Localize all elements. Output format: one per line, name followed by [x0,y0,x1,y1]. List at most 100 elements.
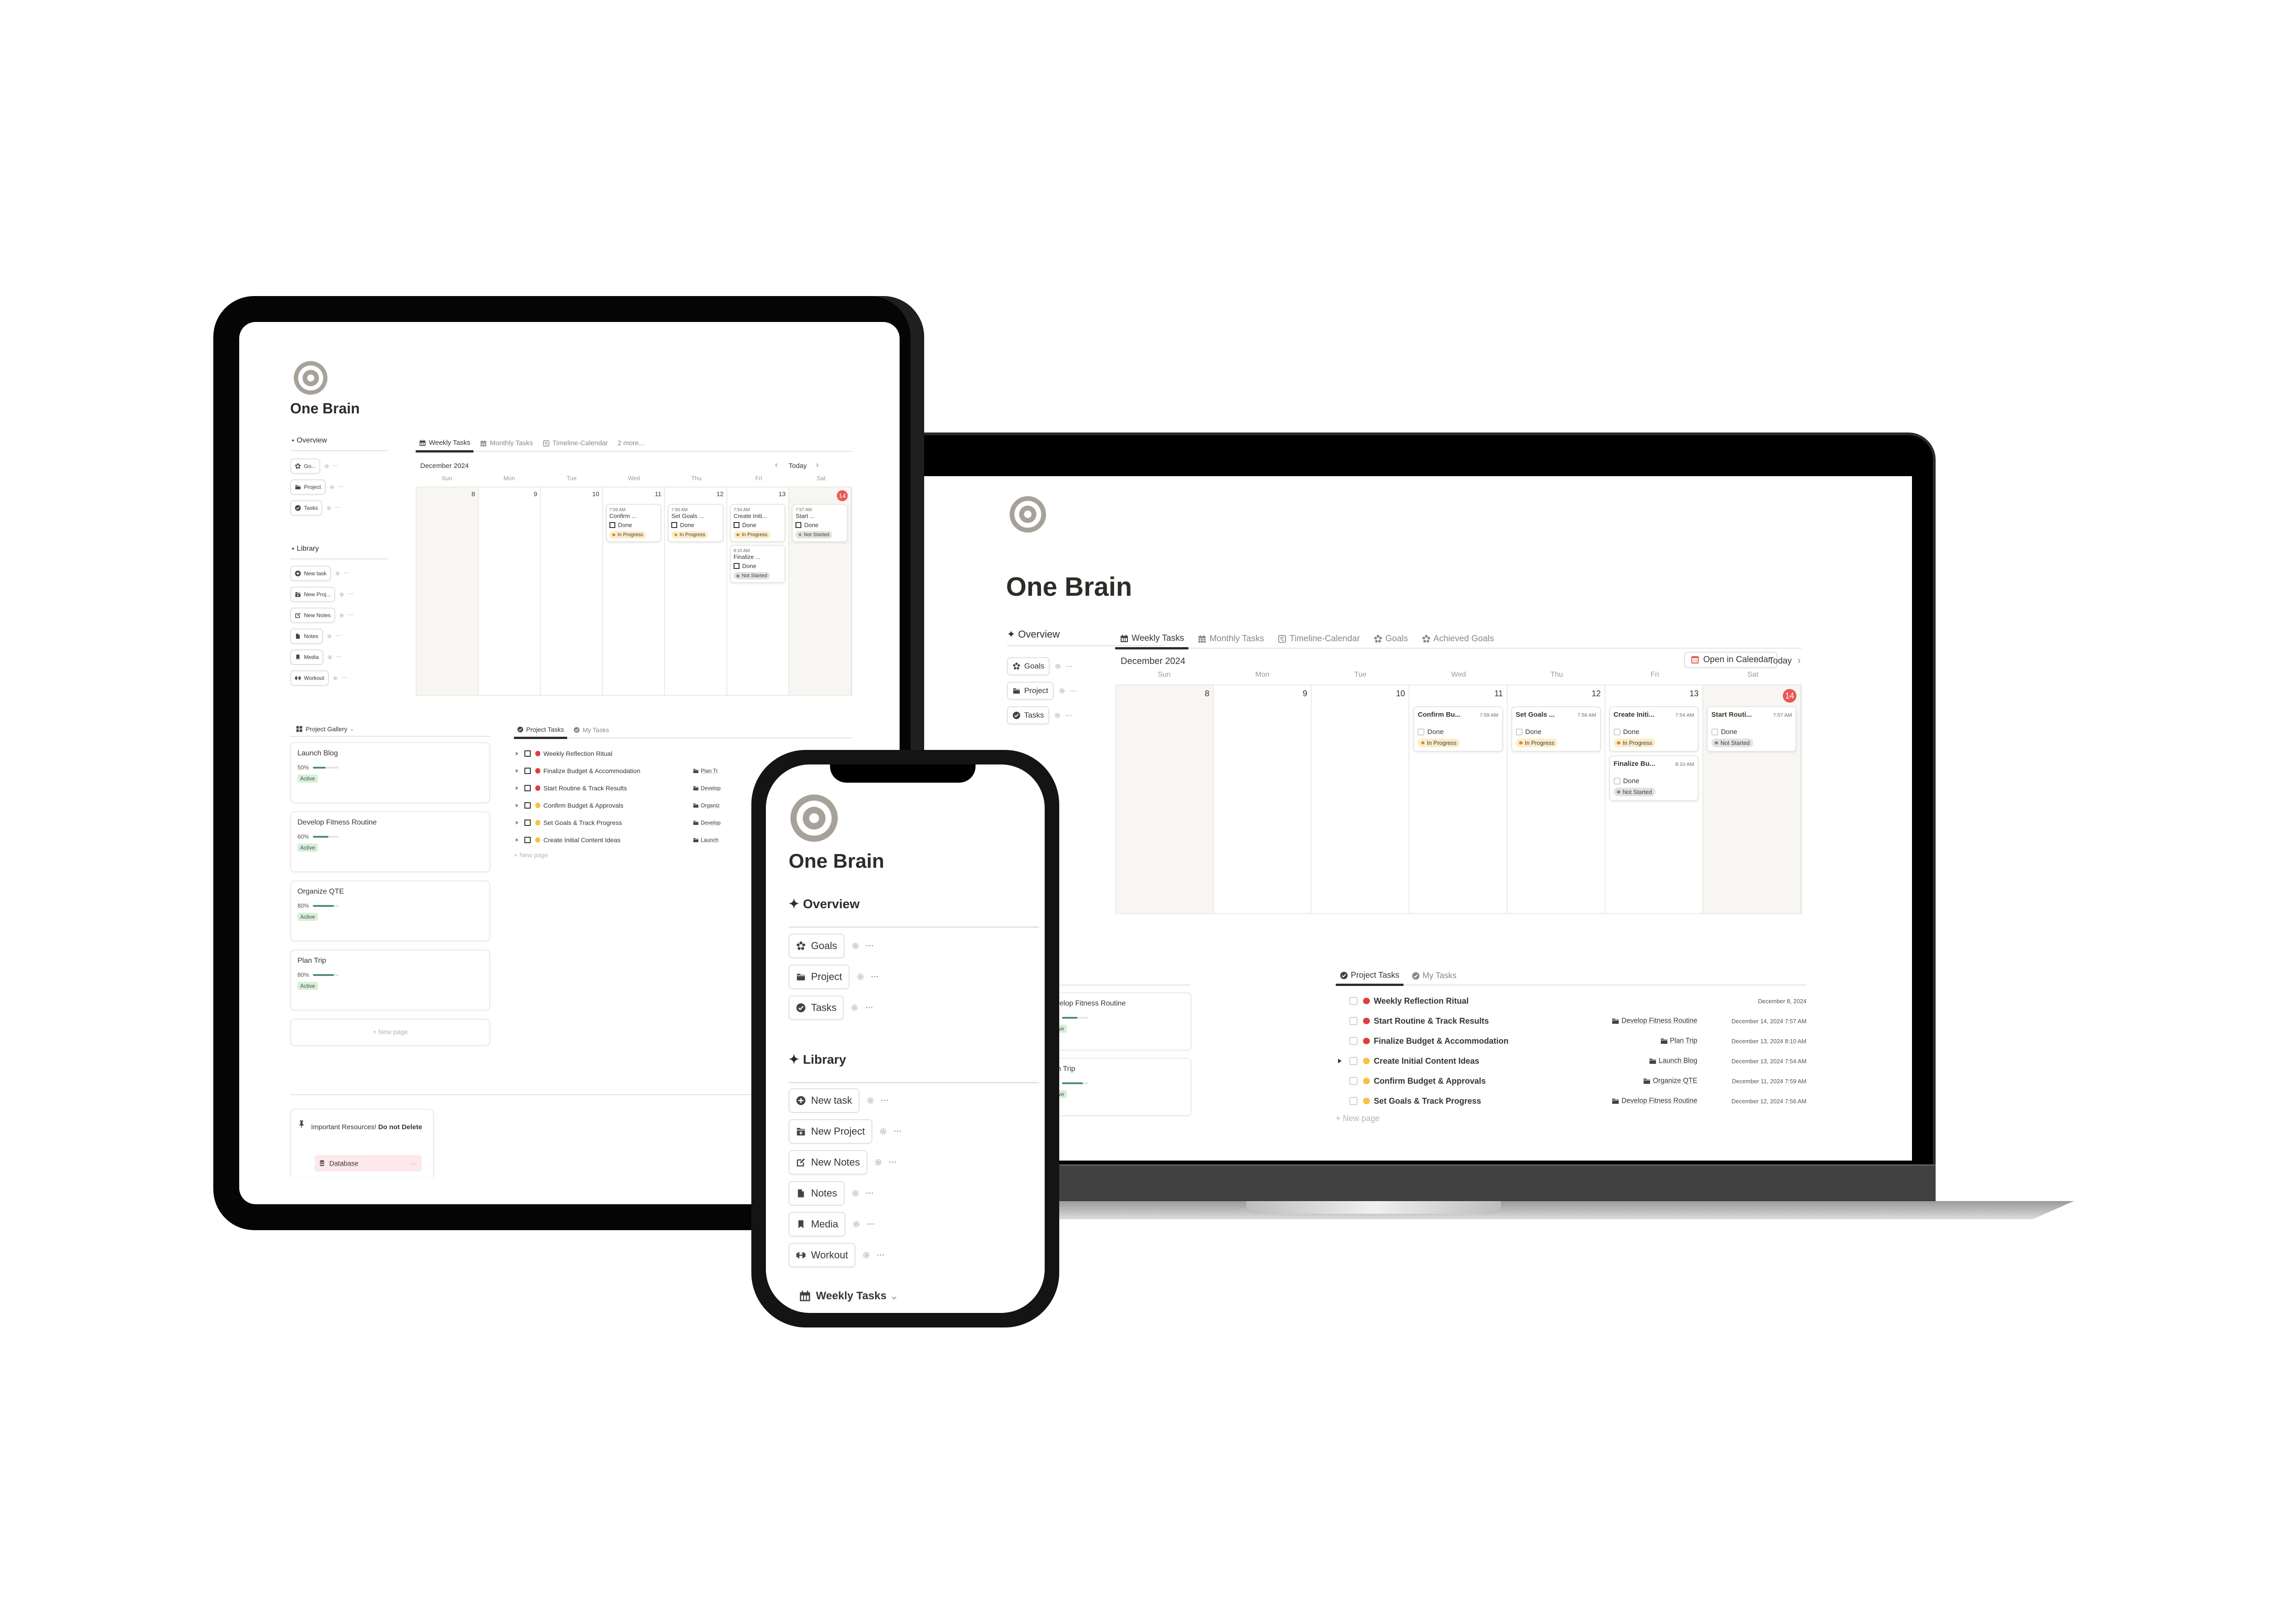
link-button-new-project[interactable]: New Project [789,1119,872,1144]
calendar-event-card[interactable]: Set Goals ... 7:56 AM Done In Progress [1511,706,1601,752]
link-button-notes[interactable]: Notes [290,628,323,644]
calendar-day-cell[interactable]: 10 [1312,685,1410,913]
task-checkbox[interactable] [524,820,531,826]
done-checkbox[interactable] [1711,729,1718,735]
task-checkbox[interactable] [1349,1017,1358,1025]
tab-monthly-tasks[interactable]: Monthly Tasks [477,439,536,451]
project-relation-link[interactable]: Launch Blog [1649,1057,1697,1065]
gear-icon[interactable] [1054,663,1062,670]
more-options-icon[interactable]: ··· [410,1160,417,1167]
calendar-day-cell[interactable]: 8 [1116,685,1214,913]
tab-project-tasks[interactable]: Project Tasks [1336,970,1404,986]
gear-icon[interactable] [335,571,341,577]
project-relation-link[interactable]: Develop Fitness Routine [1611,1097,1697,1105]
gear-icon[interactable] [856,972,865,981]
link-button-goals[interactable]: Go... [290,458,321,474]
tab-weekly-tasks[interactable]: Weekly Tasks [416,439,474,453]
done-checkbox[interactable] [1613,778,1620,784]
calendar-day-cell[interactable]: 11 7:59 AM Confirm ... Done In Progress [603,488,665,695]
calendar-day-cell[interactable]: 13 7:54 AM Create Initi... Done In Progress 8… [727,488,790,695]
done-checkbox-row[interactable]: Done [609,522,658,528]
gear-icon[interactable] [327,654,333,660]
done-checkbox[interactable] [733,563,740,569]
tab-weekly-tasks[interactable]: Weekly Tasks [1115,634,1189,649]
done-checkbox[interactable] [795,522,802,528]
done-checkbox[interactable] [1613,729,1620,735]
task-checkbox[interactable] [524,750,531,757]
calendar-day-cell[interactable]: 13 Create Initi... 7:54 AM Done In Progress F… [1605,685,1703,913]
calendar-day-cell[interactable]: 14 7:57 AM Start ... Done Not Started [789,488,851,695]
gear-icon[interactable] [851,941,860,950]
today-button[interactable]: Today [1769,656,1792,666]
link-button-tasks[interactable]: Tasks [290,500,323,516]
more-options-icon[interactable]: ••• [336,635,341,638]
more-options-icon[interactable]: ••• [877,1252,885,1258]
calendar-event-card[interactable]: Confirm Bu... 7:59 AM Done In Progress [1413,706,1503,752]
more-options-icon[interactable]: ••• [866,1191,874,1196]
expand-toggle-icon[interactable] [516,752,519,755]
gallery-card[interactable]: Develop Fitness Routine60%Active [290,811,490,872]
calendar-event-card[interactable]: Finalize Bu... 8:10 AM Done Not Started [1609,755,1699,801]
open-in-calendar-button[interactable]: 14 Open in Calendar [1684,652,1777,668]
task-row[interactable]: Set Goals & Track Progress Develop Fitnes… [1336,1091,1806,1111]
task-checkbox[interactable] [524,768,531,774]
gear-icon[interactable] [862,1251,871,1260]
project-relation-link[interactable]: Organize QTE [1643,1077,1697,1085]
more-options-icon[interactable]: ••• [1070,689,1077,693]
gear-icon[interactable] [339,592,345,598]
task-checkbox[interactable] [1349,1077,1358,1085]
more-options-icon[interactable]: ••• [865,1005,874,1011]
more-options-icon[interactable]: ••• [344,572,349,575]
project-relation-link[interactable]: Launch [693,837,719,843]
expand-toggle-icon[interactable] [516,804,519,807]
done-checkbox-row[interactable]: Done [1613,777,1694,785]
calendar-day-cell[interactable]: 10 [541,488,603,695]
more-options-icon[interactable]: ••• [871,974,879,980]
link-button-new-task[interactable]: New task [290,566,331,581]
calendar-event-card[interactable]: 8:10 AM Finalize ... Done Not Started [729,545,786,583]
gear-icon[interactable] [851,1189,860,1198]
project-relation-link[interactable]: Develop [693,785,720,791]
link-button-tasks[interactable]: Tasks [1007,706,1050,724]
today-button[interactable]: Today [789,462,807,470]
gear-icon[interactable] [852,1220,861,1229]
prev-week-button[interactable]: ‹ [1754,654,1757,666]
project-relation-link[interactable]: Develop Fitness Routine [1611,1017,1697,1025]
more-options-icon[interactable]: ••• [348,614,354,617]
project-relation-link[interactable]: Develop [693,820,720,826]
more-options-icon[interactable]: ••• [867,1222,875,1227]
tab-monthly-tasks[interactable]: Monthly Tasks [1193,634,1268,648]
more-options-icon[interactable]: ••• [889,1160,897,1165]
more-options-icon[interactable]: ••• [333,465,339,468]
task-checkbox[interactable] [1349,997,1358,1005]
next-week-button[interactable]: › [816,460,819,470]
calendar-event-card[interactable]: 7:54 AM Create Initi... Done In Progress [729,504,786,543]
more-options-icon[interactable]: ••• [336,507,341,509]
link-button-goals[interactable]: Goals [1007,657,1050,675]
link-button-project[interactable]: Project [789,965,850,989]
done-checkbox[interactable] [671,522,678,528]
done-checkbox-row[interactable]: Done [1711,728,1792,736]
task-checkbox[interactable] [1349,1037,1358,1045]
calendar-day-cell[interactable]: 9 [479,488,541,695]
done-checkbox[interactable] [733,522,740,528]
task-checkbox[interactable] [524,802,531,809]
tab-2-more-[interactable]: 2 more... [614,439,648,451]
link-button-project[interactable]: Project [1007,682,1054,700]
link-button-new-task[interactable]: New task [789,1088,860,1113]
done-checkbox-row[interactable]: Done [733,522,782,528]
done-checkbox-row[interactable]: Done [1613,728,1694,736]
tab-my-tasks[interactable]: My Tasks [570,726,612,737]
done-checkbox[interactable] [609,522,615,528]
link-button-new-notes[interactable]: New Notes [290,608,336,623]
project-relation-link[interactable]: Plan Trip [1660,1037,1697,1045]
gear-icon[interactable] [339,613,345,618]
task-checkbox[interactable] [524,837,531,843]
more-options-icon[interactable]: ••• [337,656,342,659]
link-button-notes[interactable]: Notes [789,1181,845,1206]
tab-timeline-calendar[interactable]: Timeline-Calendar [1273,634,1364,648]
gallery-card[interactable]: Develop Fitness Routine60%Active [1039,992,1192,1051]
gear-icon[interactable] [866,1096,875,1105]
calendar-event-card[interactable]: 7:56 AM Set Goals ... Done In Progress [668,504,724,543]
more-options-icon[interactable]: ••• [866,943,874,949]
